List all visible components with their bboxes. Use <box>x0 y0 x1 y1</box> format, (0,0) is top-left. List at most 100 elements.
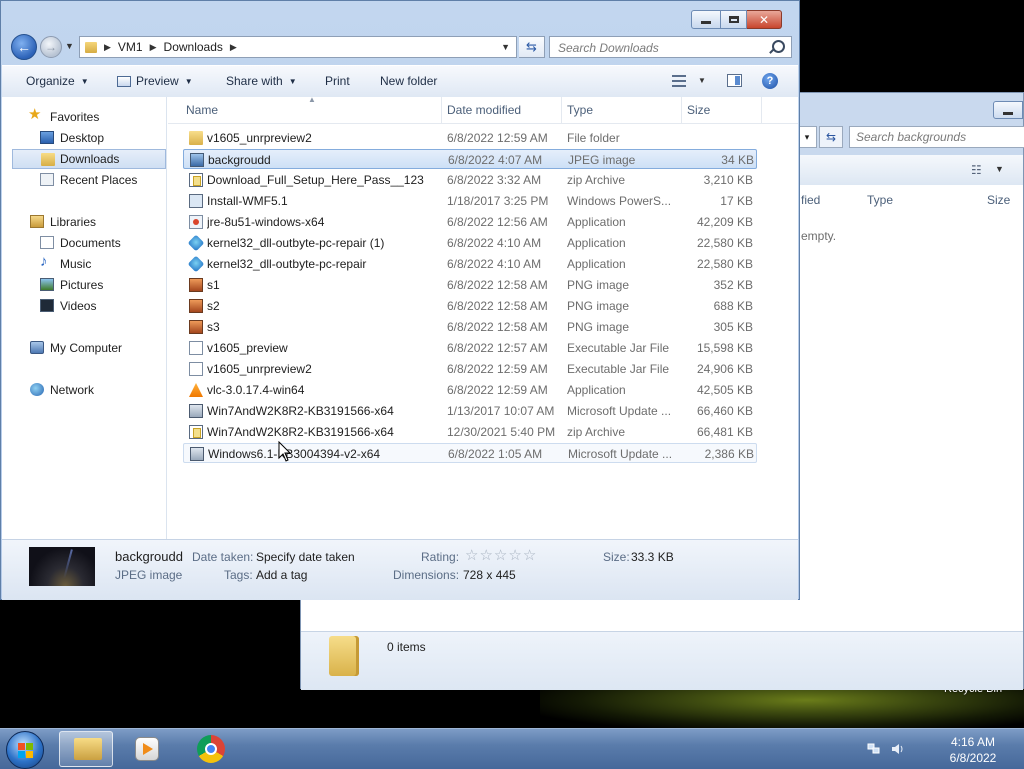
file-row[interactable]: v1605_unrpreview2 6/8/2022 12:59 AM File f… <box>183 128 757 148</box>
file-row[interactable]: Install-WMF5.1 1/18/2017 3:25 PM Windows P… <box>183 191 757 211</box>
java-installer-icon <box>189 215 203 229</box>
maximize-button[interactable] <box>721 10 747 29</box>
nav-network[interactable]: Network <box>2 380 166 400</box>
nav-videos[interactable]: Videos <box>2 296 166 316</box>
column-divider[interactable] <box>681 97 682 123</box>
chevron-down-icon[interactable]: ▼ <box>698 76 706 85</box>
nav-downloads[interactable]: Downloads <box>12 149 166 169</box>
explorer-window-downloads[interactable]: ✕ ← → ▼ ▶ VM1 ▶ Downloads ▶ ▼ ⇆ Organize… <box>0 0 800 600</box>
file-row[interactable]: s3 6/8/2022 12:58 AM PNG image 305 KB <box>183 317 757 337</box>
nav-recent-places[interactable]: Recent Places <box>2 170 166 190</box>
file-size: 42,209 KB <box>696 215 753 229</box>
network-tray-icon[interactable] <box>867 742 881 756</box>
file-row[interactable]: Windows6.1-KB3004394-v2-x64 6/8/2022 1:05… <box>183 443 757 463</box>
file-row[interactable]: v1605_unrpreview2 6/8/2022 12:59 AM Execut… <box>183 359 757 379</box>
file-date-modified: 6/8/2022 4:10 AM <box>447 257 542 271</box>
file-row[interactable]: s2 6/8/2022 12:58 AM PNG image 688 KB <box>183 296 757 316</box>
back-button[interactable]: ← <box>11 34 37 60</box>
powershell-script-icon <box>189 194 203 208</box>
change-view-icon[interactable] <box>672 75 686 87</box>
rating-stars[interactable]: ☆☆☆☆☆ <box>465 547 537 564</box>
zip-archive-icon <box>189 173 203 187</box>
star-icon[interactable]: ☆ <box>465 547 479 564</box>
file-type: zip Archive <box>567 173 626 187</box>
volume-icon[interactable] <box>890 742 904 756</box>
column-divider[interactable] <box>441 97 442 123</box>
start-button[interactable] <box>6 731 44 769</box>
tags-value[interactable]: Add a tag <box>256 568 307 582</box>
print-button[interactable]: Print <box>325 74 350 88</box>
clock-date: 6/8/2022 <box>949 751 997 765</box>
address-dropdown-icon[interactable]: ▼ <box>501 42 510 52</box>
star-icon[interactable]: ☆ <box>494 547 508 564</box>
breadcrumb-chevron-icon[interactable]: ▶ <box>230 42 237 53</box>
column-divider[interactable] <box>761 97 762 123</box>
recent-pages-dropdown[interactable]: ▼ <box>65 41 74 51</box>
background-address-dropdown[interactable]: ▾ <box>797 126 817 148</box>
background-minimize-button[interactable] <box>993 101 1023 119</box>
background-col-size[interactable]: Size <box>987 193 1010 207</box>
file-row[interactable]: jre-8u51-windows-x64 6/8/2022 12:56 AM App… <box>183 212 757 232</box>
size-value: 33.3 KB <box>631 550 674 564</box>
file-row[interactable]: s1 6/8/2022 12:58 AM PNG image 352 KB <box>183 275 757 295</box>
file-row[interactable]: Win7AndW2K8R2-KB3191566-x64 1/13/2017 10:… <box>183 401 757 421</box>
file-row[interactable]: kernel32_dll-outbyte-pc-repair 6/8/2022 4… <box>183 254 757 274</box>
taskbar-google-chrome[interactable] <box>184 731 238 767</box>
help-icon[interactable]: ? <box>762 73 778 89</box>
chevron-down-icon[interactable]: ▼ <box>995 164 1004 174</box>
file-row[interactable]: backgroudd 6/8/2022 4:07 AM JPEG image 34 K… <box>183 149 757 169</box>
file-row[interactable]: v1605_preview 6/8/2022 12:57 AM Executable… <box>183 338 757 358</box>
file-type: Microsoft Update ... <box>568 447 673 461</box>
chevron-down-icon: ▼ <box>80 77 89 86</box>
nav-my-computer[interactable]: My Computer <box>2 338 166 358</box>
close-button[interactable]: ✕ <box>747 10 782 29</box>
star-icon[interactable]: ☆ <box>523 547 537 564</box>
breadcrumb-chevron-icon[interactable]: ▶ <box>104 42 111 53</box>
file-row[interactable]: kernel32_dll-outbyte-pc-repair (1) 6/8/20… <box>183 233 757 253</box>
search-box[interactable] <box>549 36 792 58</box>
col-name[interactable]: Name <box>186 103 218 117</box>
taskbar-windows-explorer[interactable] <box>59 731 113 767</box>
file-name: s3 <box>207 320 220 334</box>
breadcrumb-chevron-icon[interactable]: ▶ <box>150 42 157 53</box>
star-icon[interactable]: ☆ <box>479 547 493 564</box>
system-clock[interactable]: 4:16 AM 6/8/2022 <box>936 734 1010 766</box>
nav-music[interactable]: ♪ Music <box>2 254 166 274</box>
file-row[interactable]: vlc-3.0.17.4-win64 6/8/2022 12:59 AM Appli… <box>183 380 757 400</box>
address-bar[interactable]: ▶ VM1 ▶ Downloads ▶ ▼ <box>79 36 517 58</box>
organize-button[interactable]: Organize ▼ <box>26 74 89 88</box>
breadcrumb-downloads[interactable]: Downloads <box>164 40 223 54</box>
search-input[interactable] <box>556 38 770 58</box>
nav-documents[interactable]: Documents <box>2 233 166 253</box>
file-row[interactable]: Win7AndW2K8R2-KB3191566-x64 12/30/2021 5:… <box>183 422 757 442</box>
date-taken-value[interactable]: Specify date taken <box>256 550 355 564</box>
preview-button[interactable]: Preview ▼ <box>117 74 193 88</box>
forward-button[interactable]: → <box>40 36 62 58</box>
new-folder-button[interactable]: New folder <box>380 74 437 88</box>
col-date-modified[interactable]: Date modified <box>447 103 521 117</box>
organize-label: Organize <box>26 74 75 88</box>
background-col-type[interactable]: Type <box>867 193 893 207</box>
computer-icon <box>30 341 44 354</box>
file-row[interactable]: Download_Full_Setup_Here_Pass__123 6/8/20… <box>183 170 757 190</box>
nav-pictures[interactable]: Pictures <box>2 275 166 295</box>
breadcrumb-vm1[interactable]: VM1 <box>118 40 143 54</box>
col-size[interactable]: Size <box>687 103 710 117</box>
details-file-type: JPEG image <box>115 568 183 582</box>
star-icon[interactable]: ☆ <box>508 547 522 564</box>
taskbar-windows-media-player[interactable] <box>120 731 174 767</box>
views-icon[interactable]: ☷ <box>971 163 985 177</box>
preview-pane-icon[interactable] <box>727 74 742 87</box>
refresh-button[interactable]: ⇆ <box>519 36 545 58</box>
nav-desktop[interactable]: Desktop <box>2 128 166 148</box>
nav-favorites[interactable]: ★ Favorites <box>2 107 166 127</box>
nav-libraries[interactable]: Libraries <box>2 212 166 232</box>
share-with-button[interactable]: Share with ▼ <box>226 74 297 88</box>
minimize-button[interactable] <box>691 10 721 29</box>
background-refresh-button[interactable]: ⇆ <box>819 126 843 148</box>
background-col-date-modified[interactable]: fied <box>801 193 820 207</box>
col-type[interactable]: Type <box>567 103 593 117</box>
search-icon[interactable] <box>772 40 785 53</box>
column-divider[interactable] <box>561 97 562 123</box>
background-search-input[interactable]: Search backgrounds <box>849 126 1024 148</box>
